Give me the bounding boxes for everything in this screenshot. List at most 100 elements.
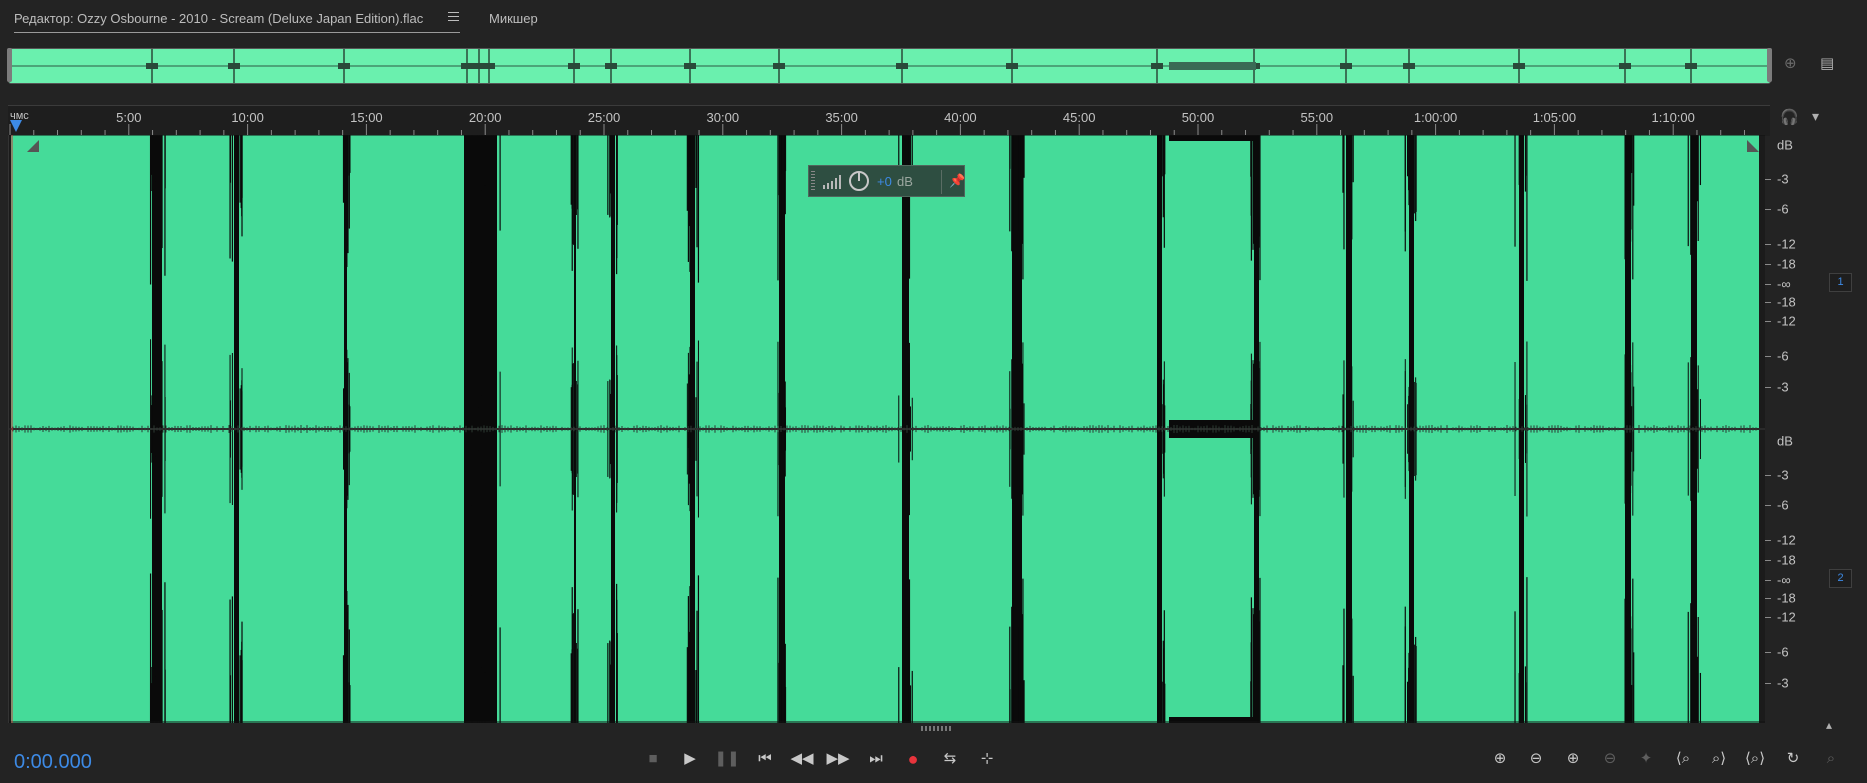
db-scale-label: -12 bbox=[1777, 237, 1796, 252]
active-tab-underline bbox=[14, 32, 460, 33]
db-scale-label: -18 bbox=[1777, 295, 1796, 310]
volume-unit: dB bbox=[897, 174, 913, 189]
skip-to-end-icon: ⏭ bbox=[869, 750, 883, 767]
db-scale-tick bbox=[1765, 505, 1771, 506]
fast-forward-icon: ▶▶ bbox=[826, 750, 849, 767]
volume-hud[interactable]: +0 dB 📌 bbox=[808, 165, 965, 197]
db-scale-tick bbox=[1765, 540, 1771, 541]
db-scale: dB -3 -6 -12 -18 -∞ -18 -12 -6 -3 dB -3 -6 -12 -18 -∞ -1… bbox=[1765, 135, 1825, 723]
db-scale-tick bbox=[1765, 560, 1771, 561]
time-ruler[interactable]: чмс 5:00 10:00 15:00 20:00 25:00 30:00 35:00 40… bbox=[8, 105, 1770, 136]
ruler-tick-label: 55:00 bbox=[1301, 110, 1334, 125]
rewind-button[interactable]: ◀◀ bbox=[789, 746, 815, 772]
zoom-in-amplitude-button[interactable]: ⊕ bbox=[1486, 746, 1514, 772]
rewind-icon: ◀◀ bbox=[790, 750, 813, 767]
skip-to-end-button[interactable]: ⏭ bbox=[863, 746, 889, 772]
timecode-display[interactable]: 0:00.000 bbox=[14, 751, 92, 774]
skip-to-start-button[interactable]: ⏮ bbox=[752, 746, 778, 772]
volume-value[interactable]: +0 bbox=[877, 174, 892, 189]
db-scale-label: -18 bbox=[1777, 591, 1796, 606]
zoom-in-point-button[interactable]: ✦ bbox=[1632, 746, 1660, 772]
volume-knob[interactable] bbox=[849, 171, 869, 191]
tab-bar: Редактор: Ozzy Osbourne - 2010 - Scream … bbox=[0, 0, 1867, 42]
pin-marker-icon[interactable]: ▾ bbox=[1812, 108, 1819, 125]
zoom-out-amplitude-button[interactable]: ⊖ bbox=[1522, 746, 1550, 772]
db-scale-tick bbox=[1765, 617, 1771, 618]
level-meter-icon bbox=[823, 173, 845, 189]
db-scale-label: -3 bbox=[1777, 172, 1789, 187]
zoom-tool-panel-icon[interactable]: ▤ bbox=[1820, 54, 1834, 72]
zoom-selection-icon: ⟨⌕⟩ bbox=[1745, 750, 1765, 767]
overview-right-handle[interactable] bbox=[1767, 48, 1772, 82]
headphones-icon[interactable]: 🎧 bbox=[1780, 108, 1799, 126]
hud-separator bbox=[941, 170, 942, 194]
db-scale-label: dB bbox=[1777, 434, 1793, 449]
db-scale-label: -3 bbox=[1777, 380, 1789, 395]
zoom-in-right-edge-button[interactable]: ⌕⟩ bbox=[1705, 746, 1733, 772]
zoom-selection-button[interactable]: ⟨⌕⟩ bbox=[1741, 746, 1769, 772]
ruler-tick-label: 1:10:00 bbox=[1652, 110, 1695, 125]
db-scale-tick bbox=[1765, 652, 1771, 653]
fast-forward-button[interactable]: ▶▶ bbox=[825, 746, 851, 772]
hud-drag-grip[interactable] bbox=[811, 171, 815, 191]
ruler-ticks bbox=[8, 106, 1770, 136]
ruler-tick-label: 35:00 bbox=[825, 110, 858, 125]
db-scale-tick bbox=[1765, 683, 1771, 684]
waveform-overview[interactable] bbox=[8, 48, 1771, 84]
skip-selection-button[interactable]: ⊹ bbox=[974, 746, 1000, 772]
horizontal-scroll-grip[interactable] bbox=[921, 726, 951, 731]
record-icon: ● bbox=[908, 749, 919, 769]
channel-1-badge[interactable]: 1 bbox=[1829, 273, 1852, 292]
loop-button[interactable]: ⇆ bbox=[937, 746, 963, 772]
ruler-tick-label: 45:00 bbox=[1063, 110, 1096, 125]
pause-button[interactable]: ❚❚ bbox=[714, 746, 740, 772]
db-scale-tick bbox=[1765, 321, 1771, 322]
record-button[interactable]: ● bbox=[900, 746, 926, 772]
db-scale-label: dB bbox=[1777, 138, 1793, 153]
ruler-tick-label: 10:00 bbox=[231, 110, 264, 125]
tab-editor[interactable]: Редактор: Ozzy Osbourne - 2010 - Scream … bbox=[14, 11, 423, 26]
waveform-editor[interactable] bbox=[8, 135, 1765, 723]
zoom-in-left-edge-button[interactable]: ⟨⌕ bbox=[1669, 746, 1697, 772]
ruler-tick-label: 40:00 bbox=[944, 110, 977, 125]
db-scale-label: -12 bbox=[1777, 610, 1796, 625]
skip-selection-icon: ⊹ bbox=[981, 750, 994, 767]
panel-menu-icon[interactable] bbox=[448, 12, 459, 22]
ruler-tick-label: 20:00 bbox=[469, 110, 502, 125]
zoom-in-point-icon: ✦ bbox=[1640, 750, 1653, 767]
overview-left-handle[interactable] bbox=[7, 48, 12, 82]
scroll-up-icon[interactable]: ▴ bbox=[1826, 718, 1832, 732]
zoom-out-full-button[interactable]: ↻ bbox=[1779, 746, 1807, 772]
stop-icon: ■ bbox=[648, 750, 657, 767]
pause-icon: ❚❚ bbox=[714, 750, 739, 767]
play-icon: ▶ bbox=[684, 750, 696, 767]
ruler-tick-label: 1:00:00 bbox=[1414, 110, 1457, 125]
zoom-in-point-icon[interactable]: ⊕ bbox=[1784, 54, 1797, 72]
ruler-tick-label: 30:00 bbox=[707, 110, 740, 125]
db-scale-label: -12 bbox=[1777, 314, 1796, 329]
zoom-fit-icon: ⌕ bbox=[1827, 750, 1835, 767]
overview-waveform bbox=[9, 49, 1770, 83]
db-scale-label: -18 bbox=[1777, 257, 1796, 272]
zoom-fit-button[interactable]: ⌕ bbox=[1817, 746, 1845, 772]
zoom-left-edge-icon: ⟨⌕ bbox=[1676, 750, 1690, 767]
db-scale-tick bbox=[1765, 244, 1771, 245]
tab-mixer[interactable]: Микшер bbox=[489, 11, 538, 26]
ruler-tick-label: 50:00 bbox=[1182, 110, 1215, 125]
zoom-out-amplitude-icon: ⊖ bbox=[1530, 750, 1543, 767]
db-scale-label: -∞ bbox=[1777, 277, 1791, 292]
pin-icon[interactable]: 📌 bbox=[949, 173, 965, 189]
zoom-in-time-button[interactable]: ⊕ bbox=[1559, 746, 1587, 772]
waveform-display[interactable] bbox=[9, 135, 1765, 723]
zoom-out-time-button[interactable]: ⊖ bbox=[1596, 746, 1624, 772]
zoom-in-time-icon: ⊕ bbox=[1567, 750, 1580, 767]
db-scale-label: -6 bbox=[1777, 498, 1789, 513]
playhead-marker[interactable] bbox=[10, 120, 22, 132]
db-scale-tick bbox=[1765, 284, 1771, 285]
stop-button[interactable]: ■ bbox=[640, 746, 666, 772]
zoom-out-full-icon: ↻ bbox=[1787, 750, 1800, 767]
db-scale-label: -12 bbox=[1777, 533, 1796, 548]
play-button[interactable]: ▶ bbox=[677, 746, 703, 772]
db-scale-tick bbox=[1765, 580, 1771, 581]
channel-2-badge[interactable]: 2 bbox=[1829, 569, 1852, 588]
